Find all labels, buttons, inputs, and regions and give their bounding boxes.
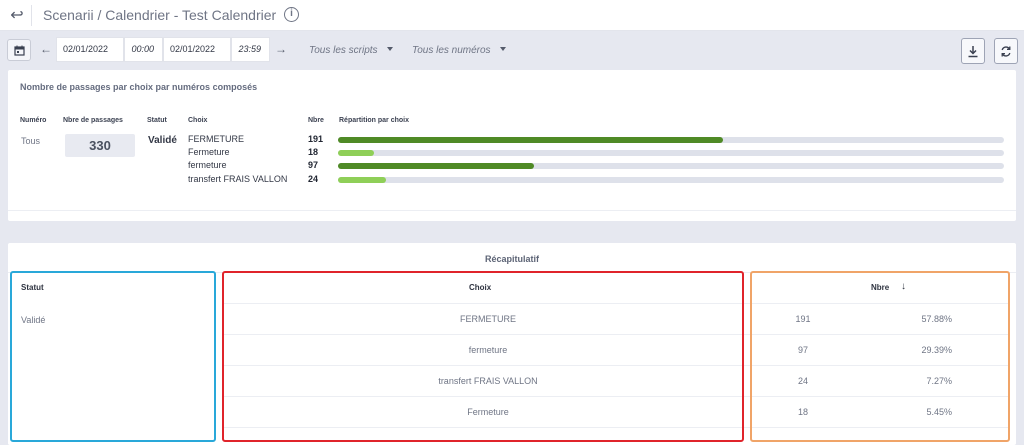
choice-count: 97 [308, 160, 319, 170]
statut-column-highlight [10, 271, 216, 442]
distribution-bar-track [338, 137, 1004, 143]
end-date-input[interactable]: 02/01/2022 [163, 37, 231, 62]
filter-toolbar: ← 02/01/2022 00:00 02/01/2022 23:59 → To… [0, 31, 1024, 67]
passages-card: Nombre de passages par choix par numéros… [8, 70, 1016, 221]
start-date-input[interactable]: 02/01/2022 [56, 37, 124, 62]
distribution-bar-fill [338, 163, 534, 169]
choice-label: transfert FRAIS VALLON [188, 174, 288, 184]
numbers-filter-label: Tous les numéros [412, 45, 491, 56]
scripts-filter-label: Tous les scripts [309, 45, 378, 56]
choice-count: 24 [308, 174, 319, 184]
start-time-input[interactable]: 00:00 [124, 37, 163, 62]
choice-label: fermeture [188, 160, 227, 170]
distribution-bar-fill [338, 137, 724, 143]
scripts-filter-dropdown[interactable]: Tous les scripts [309, 45, 393, 56]
page-title: Scenarii / Calendrier - Test Calendrier [43, 7, 277, 23]
column-header-choix: Choix [188, 117, 208, 124]
recap-card: Récapitulatif Statut Choix Nbre ↓ Validé… [8, 243, 1016, 445]
chevron-down-icon [499, 47, 506, 51]
distribution-bar-track [338, 150, 1004, 156]
next-period-button[interactable]: → [275, 42, 287, 56]
calendar-icon [14, 45, 25, 56]
passages-card-title: Nombre de passages par choix par numéros… [20, 82, 258, 92]
column-header-repartition: Répartition par choix [339, 117, 410, 124]
recap-title: Récapitulatif [484, 254, 539, 264]
refresh-icon [1001, 46, 1011, 57]
choice-label: Fermeture [188, 147, 230, 157]
download-button[interactable] [961, 38, 985, 64]
calendar-button[interactable] [7, 39, 31, 61]
choice-label: FERMETURE [188, 134, 244, 144]
numero-value: Tous [21, 136, 41, 146]
end-time-input[interactable]: 23:59 [231, 37, 270, 62]
column-header-numero: Numéro [20, 117, 47, 124]
numbers-filter-dropdown[interactable]: Tous les numéros [412, 45, 506, 56]
chevron-down-icon [386, 47, 393, 51]
column-header-statut: Statut [147, 117, 167, 124]
nbre-column-highlight [750, 271, 1010, 442]
distribution-bar-track [338, 177, 1004, 183]
distribution-bar-track [338, 163, 1004, 169]
choice-count: 191 [308, 134, 324, 144]
refresh-button[interactable] [994, 38, 1018, 64]
download-icon [968, 46, 978, 58]
title-divider [31, 5, 32, 26]
column-header-passages: Nbre de passages [63, 117, 123, 124]
column-header-nbre: Nbre [308, 117, 324, 124]
title-bar: ↩ Scenarii / Calendrier - Test Calendrie… [0, 0, 1024, 31]
card-footer-divider [8, 210, 1016, 211]
total-passages-badge: 330 [65, 134, 135, 157]
info-icon[interactable]: i [284, 7, 299, 22]
previous-period-button[interactable]: ← [40, 42, 52, 56]
statut-value: Validé [148, 135, 177, 146]
choice-count: 18 [308, 147, 319, 157]
back-arrow-icon[interactable]: ↩ [10, 5, 24, 25]
distribution-bar-fill [338, 150, 375, 156]
choix-column-highlight [222, 271, 744, 442]
distribution-bar-fill [338, 177, 387, 183]
